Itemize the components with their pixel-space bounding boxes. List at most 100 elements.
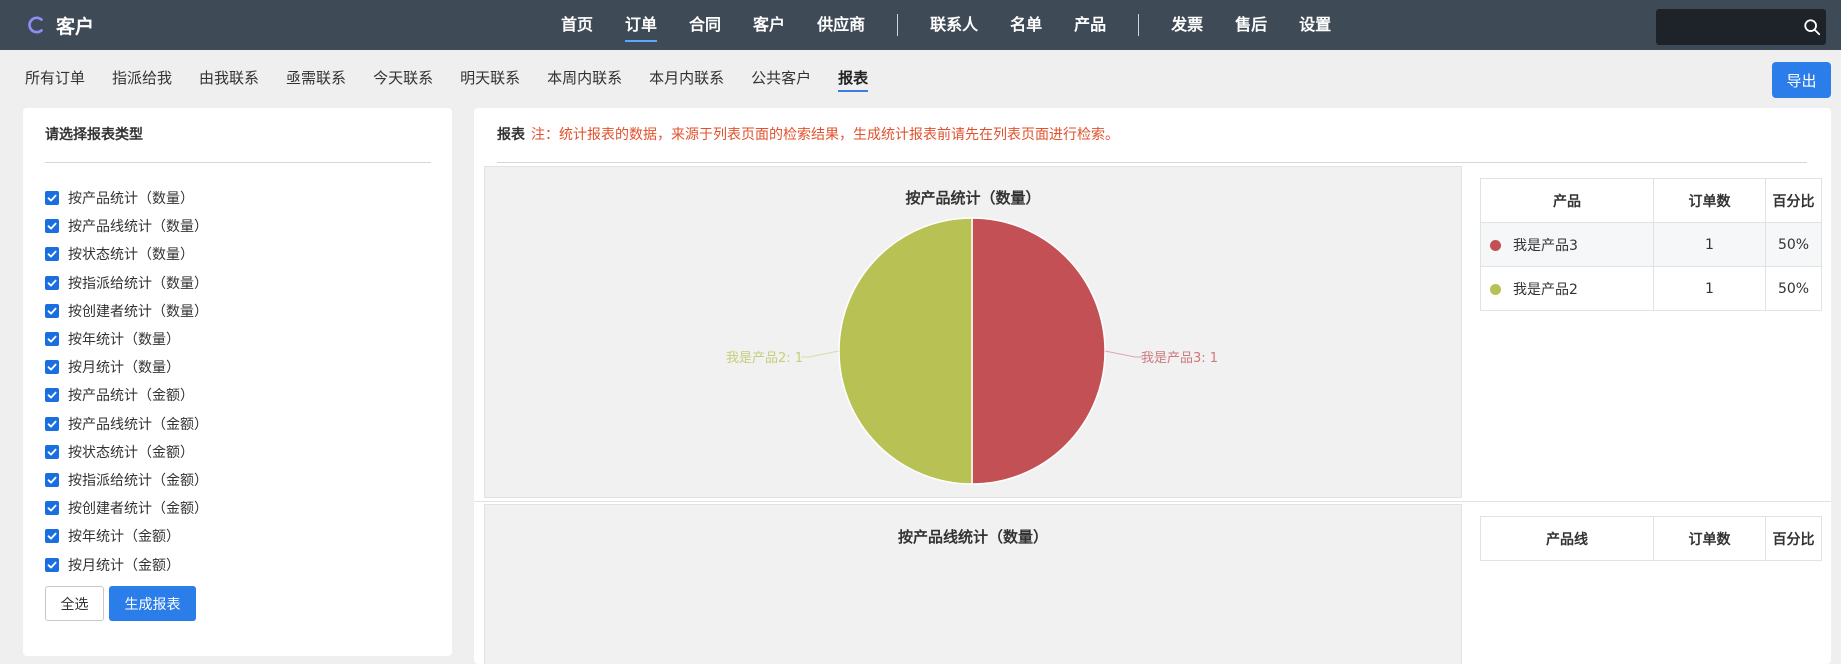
tab-contact-this-week[interactable]: 本周内联系 bbox=[547, 58, 622, 98]
select-all-button[interactable]: 全选 bbox=[45, 586, 104, 621]
tab-report[interactable]: 报表 bbox=[838, 58, 869, 98]
nav-item-suppliers[interactable]: 供应商 bbox=[817, 0, 865, 50]
nav-divider bbox=[897, 14, 899, 36]
tab-contact-tomorrow[interactable]: 明天联系 bbox=[460, 58, 520, 98]
product-count-table: 产品 订单数 百分比 我是产品3 1 50% 我是产品2 1 50% bbox=[1480, 178, 1822, 311]
search-button[interactable] bbox=[1794, 9, 1830, 45]
table-header-product: 产品 bbox=[1480, 178, 1654, 223]
report-note: 注：统计报表的数据，来源于列表页面的检索结果，生成统计报表前请先在列表页面进行检… bbox=[531, 127, 1119, 143]
checkbox-checked-icon[interactable] bbox=[45, 388, 59, 403]
nav-item-lists[interactable]: 名单 bbox=[1010, 0, 1042, 50]
table-row: 我是产品2 1 50% bbox=[1480, 266, 1822, 311]
report-panel: 报表 注：统计报表的数据，来源于列表页面的检索结果，生成统计报表前请先在列表页面进… bbox=[474, 108, 1831, 664]
report-type-label: 按年统计（金额） bbox=[68, 529, 180, 546]
brand[interactable]: 客户 bbox=[28, 0, 94, 50]
nav-item-contacts[interactable]: 联系人 bbox=[930, 0, 978, 50]
checkbox-checked-icon[interactable] bbox=[45, 219, 59, 234]
tab-contact-this-month[interactable]: 本月内联系 bbox=[649, 58, 724, 98]
product-name: 我是产品3 bbox=[1513, 237, 1578, 254]
tab-assigned-to-me[interactable]: 指派给我 bbox=[112, 58, 172, 98]
checkbox-checked-icon[interactable] bbox=[45, 444, 59, 459]
checkbox-checked-icon[interactable] bbox=[45, 360, 59, 375]
table-header-percent: 百分比 bbox=[1765, 516, 1822, 561]
report-type-label: 按产品统计（数量） bbox=[68, 191, 194, 208]
checkbox-checked-icon[interactable] bbox=[45, 529, 59, 544]
report-type-option[interactable]: 按状态统计（数量） bbox=[45, 240, 208, 268]
checkbox-checked-icon[interactable] bbox=[45, 191, 59, 206]
report-type-title: 请选择报表类型 bbox=[45, 127, 143, 143]
report-type-label: 按年统计（数量） bbox=[68, 332, 180, 349]
pie-slice-label: 我是产品2: 1 bbox=[726, 351, 803, 366]
report-type-label: 按产品线统计（数量） bbox=[68, 219, 208, 236]
nav-divider bbox=[1138, 14, 1140, 36]
generate-report-button[interactable]: 生成报表 bbox=[109, 586, 196, 621]
nav-item-products[interactable]: 产品 bbox=[1074, 0, 1106, 50]
nav-item-invoices[interactable]: 发票 bbox=[1171, 0, 1203, 50]
report-type-option[interactable]: 按月统计（数量） bbox=[45, 353, 208, 381]
tab-public-customers[interactable]: 公共客户 bbox=[751, 58, 811, 98]
report-type-option[interactable]: 按产品线统计（数量） bbox=[45, 212, 208, 240]
report-type-panel: 请选择报表类型 按产品统计（数量） 按产品线统计（数量） 按状态统计（数量） 按指派给… bbox=[23, 108, 452, 656]
pie-chart-svg: 我是产品3: 1 我是产品2: 1 bbox=[726, 217, 1218, 485]
report-type-label: 按产品统计（金额） bbox=[68, 388, 194, 405]
nav-item-contracts[interactable]: 合同 bbox=[689, 0, 721, 50]
nav-item-home[interactable]: 首页 bbox=[561, 0, 593, 50]
brand-logo-icon bbox=[28, 16, 43, 34]
report-type-option[interactable]: 按产品统计（数量） bbox=[45, 184, 208, 212]
export-button[interactable]: 导出 bbox=[1772, 62, 1831, 98]
tab-urgent-contact[interactable]: 亟需联系 bbox=[286, 58, 346, 98]
report-type-option[interactable]: 按创建者统计（金额） bbox=[45, 494, 208, 522]
tab-contacted-by-me[interactable]: 由我联系 bbox=[199, 58, 259, 98]
report-type-label: 按指派给统计（金额） bbox=[68, 472, 208, 489]
table-header-count: 订单数 bbox=[1653, 178, 1766, 223]
report-type-options: 按产品统计（数量） 按产品线统计（数量） 按状态统计（数量） 按指派给统计（数量） 按创… bbox=[45, 184, 208, 579]
table-cell-percent: 50% bbox=[1765, 222, 1822, 267]
report-type-option[interactable]: 按状态统计（金额） bbox=[45, 438, 208, 466]
table-header-count: 订单数 bbox=[1653, 516, 1766, 561]
report-type-label: 按月统计（数量） bbox=[68, 360, 180, 377]
nav-item-settings[interactable]: 设置 bbox=[1299, 0, 1331, 50]
nav-item-customers[interactable]: 客户 bbox=[753, 0, 785, 50]
table-header-product-line: 产品线 bbox=[1480, 516, 1654, 561]
divider bbox=[474, 501, 1831, 502]
tab-contact-today[interactable]: 今天联系 bbox=[373, 58, 433, 98]
chart-title: 按产品线统计（数量） bbox=[897, 528, 1048, 546]
table-row: 我是产品3 1 50% bbox=[1480, 222, 1822, 267]
report-type-option[interactable]: 按创建者统计（数量） bbox=[45, 297, 208, 325]
report-type-option[interactable]: 按年统计（数量） bbox=[45, 325, 208, 353]
checkbox-checked-icon[interactable] bbox=[45, 303, 59, 318]
table-cell-count: 1 bbox=[1653, 266, 1766, 311]
checkbox-checked-icon[interactable] bbox=[45, 416, 59, 431]
pie-slice-2[interactable] bbox=[838, 217, 973, 485]
pie-label-line bbox=[801, 350, 840, 358]
checkbox-checked-icon[interactable] bbox=[45, 247, 59, 262]
report-type-option[interactable]: 按月统计（金额） bbox=[45, 550, 208, 578]
report-type-option[interactable]: 按指派给统计（数量） bbox=[45, 269, 208, 297]
checkbox-checked-icon[interactable] bbox=[45, 472, 59, 487]
report-type-option[interactable]: 按产品线统计（金额） bbox=[45, 410, 208, 438]
nav-item-after-sales[interactable]: 售后 bbox=[1235, 0, 1267, 50]
pie-slice-label: 我是产品3: 1 bbox=[1141, 351, 1218, 366]
checkbox-checked-icon[interactable] bbox=[45, 557, 59, 572]
checkbox-checked-icon[interactable] bbox=[45, 332, 59, 347]
table-cell-count: 1 bbox=[1653, 222, 1766, 267]
report-type-option[interactable]: 按指派给统计（金额） bbox=[45, 466, 208, 494]
checkbox-checked-icon[interactable] bbox=[45, 501, 59, 516]
tab-all-orders[interactable]: 所有订单 bbox=[25, 58, 85, 98]
report-type-label: 按创建者统计（金额） bbox=[68, 501, 208, 518]
pie-slice-1[interactable] bbox=[971, 217, 1106, 485]
checkbox-checked-icon[interactable] bbox=[45, 275, 59, 290]
report-label: 报表 bbox=[497, 127, 525, 143]
report-type-option[interactable]: 按年统计（金额） bbox=[45, 522, 208, 550]
table-cell-product: 我是产品3 bbox=[1480, 222, 1654, 267]
sub-tabs: 所有订单 指派给我 由我联系 亟需联系 今天联系 明天联系 本周内联系 本月内联… bbox=[25, 58, 895, 98]
report-type-label: 按创建者统计（数量） bbox=[68, 303, 208, 320]
product-name: 我是产品2 bbox=[1513, 281, 1578, 298]
legend-dot-icon bbox=[1490, 239, 1501, 251]
report-type-label: 按状态统计（数量） bbox=[68, 247, 194, 264]
report-type-option[interactable]: 按产品统计（金额） bbox=[45, 381, 208, 409]
report-type-label: 按产品线统计（金额） bbox=[68, 416, 208, 433]
divider bbox=[45, 162, 431, 163]
legend-dot-icon bbox=[1490, 283, 1501, 295]
nav-item-orders[interactable]: 订单 bbox=[625, 0, 658, 50]
